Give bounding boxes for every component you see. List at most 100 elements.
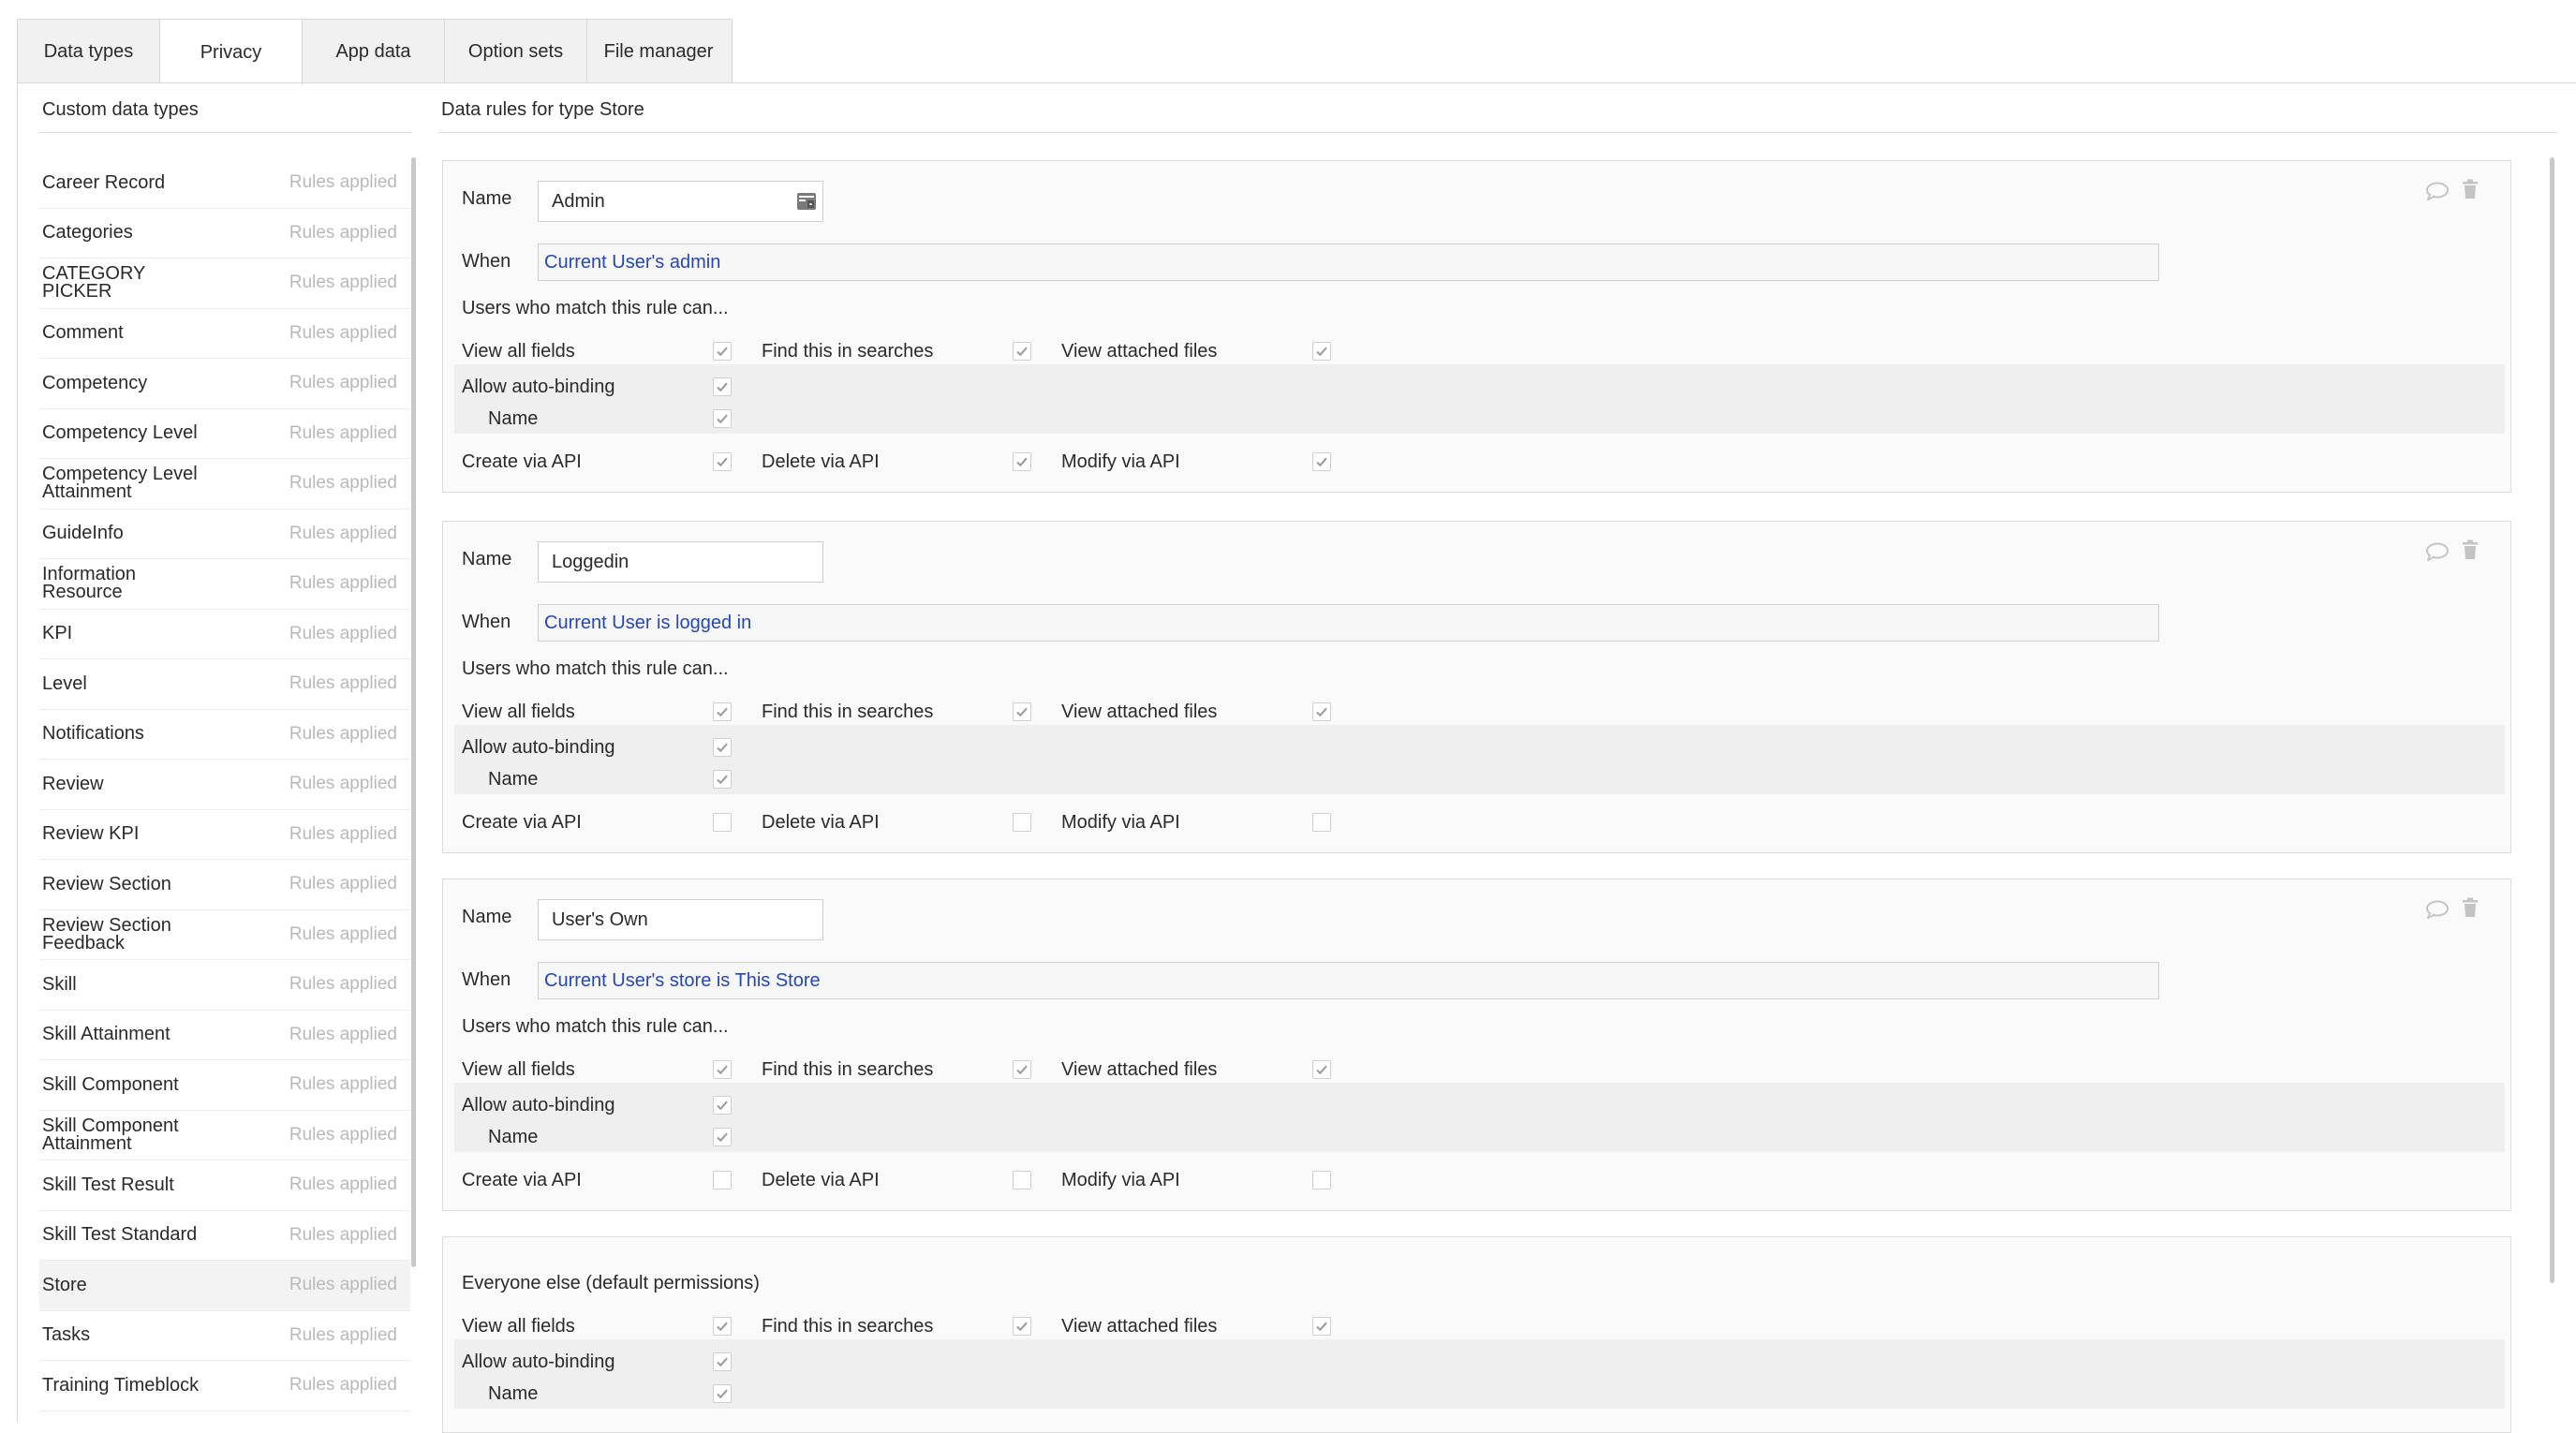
sidebar-item-skill-component[interactable]: Skill Component Rules applied bbox=[39, 1060, 410, 1111]
users-match-label: Users who match this rule can... bbox=[462, 298, 729, 318]
checkmark-icon bbox=[717, 707, 728, 717]
trash-icon[interactable] bbox=[2462, 179, 2479, 199]
view-all-fields-checkbox[interactable] bbox=[713, 342, 732, 361]
sidebar-item-label: Notifications bbox=[42, 723, 144, 745]
checkmark-icon bbox=[1316, 1322, 1327, 1332]
auto-binding-name-checkbox[interactable] bbox=[713, 409, 732, 428]
view-all-fields-label: View all fields bbox=[462, 702, 575, 722]
main-scrollbar[interactable] bbox=[2550, 157, 2554, 1283]
rule-condition-value: Current User is logged in bbox=[544, 612, 752, 633]
delete-via-api-checkbox[interactable] bbox=[1013, 1171, 1031, 1189]
rule-when-label: When bbox=[462, 612, 511, 632]
find-in-searches-checkbox[interactable] bbox=[1013, 342, 1031, 361]
create-via-api-checkbox[interactable] bbox=[713, 1171, 732, 1189]
rule-condition-input[interactable]: Current User's admin bbox=[538, 244, 2159, 281]
rule-condition-value: Current User's admin bbox=[544, 251, 721, 273]
find-in-searches-checkbox[interactable] bbox=[1013, 702, 1031, 721]
sidebar-item-skill-attainment[interactable]: Skill Attainment Rules applied bbox=[39, 1011, 410, 1060]
sidebar-item-review-section[interactable]: Review Section Rules applied bbox=[39, 860, 410, 910]
allow-auto-binding-checkbox[interactable] bbox=[713, 377, 732, 396]
view-attached-files-label: View attached files bbox=[1061, 702, 1218, 722]
tab-app-data[interactable]: App data bbox=[303, 20, 445, 83]
sidebar-item-guideinfo[interactable]: GuideInfo Rules applied bbox=[39, 510, 410, 559]
checkmark-icon bbox=[1316, 1065, 1327, 1075]
delete-via-api-checkbox[interactable] bbox=[1013, 452, 1031, 471]
sidebar-item-training-timeblock[interactable]: Training Timeblock Rules applied bbox=[39, 1361, 410, 1411]
create-via-api-checkbox[interactable] bbox=[713, 452, 732, 471]
sidebar-item-categories[interactable]: Categories Rules applied bbox=[39, 209, 410, 259]
rules-status: Rules applied bbox=[289, 473, 397, 494]
sidebar-item-review[interactable]: Review Rules applied bbox=[39, 760, 410, 810]
sidebar-item-label: CATEGORY PICKER bbox=[42, 263, 146, 303]
panel-border bbox=[17, 82, 18, 1422]
delete-via-api-checkbox[interactable] bbox=[1013, 813, 1031, 832]
allow-auto-binding-checkbox[interactable] bbox=[713, 738, 732, 757]
view-attached-files-checkbox[interactable] bbox=[1312, 1317, 1331, 1336]
sidebar-item-skill-test-standard[interactable]: Skill Test Standard Rules applied bbox=[39, 1211, 410, 1261]
trash-icon[interactable] bbox=[2462, 539, 2479, 560]
sidebar-item-label: Store bbox=[42, 1274, 87, 1295]
rule-condition-input[interactable]: Current User is logged in bbox=[538, 604, 2159, 642]
sidebar-item-skill-test-result[interactable]: Skill Test Result Rules applied bbox=[39, 1160, 410, 1211]
view-all-fields-checkbox[interactable] bbox=[713, 1060, 732, 1079]
find-in-searches-label: Find this in searches bbox=[762, 702, 934, 722]
comment-icon[interactable] bbox=[2425, 899, 2450, 920]
checkmark-icon bbox=[1316, 347, 1327, 357]
rule-condition-input[interactable]: Current User's store is This Store bbox=[538, 962, 2159, 999]
privacy-rule: Name Loggedin When Current User is logged i… bbox=[442, 521, 2511, 853]
auto-binding-section bbox=[454, 1083, 2505, 1152]
sidebar-item-label: KPI bbox=[42, 623, 73, 644]
tab-file-manager[interactable]: File manager bbox=[587, 20, 730, 83]
allow-auto-binding-checkbox[interactable] bbox=[713, 1096, 732, 1115]
sidebar-item-label: Categories bbox=[42, 222, 133, 244]
sidebar-item-kpi[interactable]: KPI Rules applied bbox=[39, 610, 410, 659]
view-all-fields-checkbox[interactable] bbox=[713, 702, 732, 721]
sidebar-item-level[interactable]: Level Rules applied bbox=[39, 659, 410, 710]
view-all-fields-label: View all fields bbox=[462, 1059, 575, 1080]
rule-name-input[interactable]: Loggedin bbox=[538, 541, 823, 583]
allow-auto-binding-checkbox[interactable] bbox=[713, 1352, 732, 1371]
view-all-fields-checkbox[interactable] bbox=[713, 1317, 732, 1336]
sidebar-item-notifications[interactable]: Notifications Rules applied bbox=[39, 710, 410, 760]
sidebar-item-skill-component-attainment[interactable]: Skill Component Attainment Rules applied bbox=[39, 1111, 410, 1160]
create-via-api-checkbox[interactable] bbox=[713, 813, 732, 832]
sidebar-item-tasks[interactable]: Tasks Rules applied bbox=[39, 1311, 410, 1361]
sidebar-item-review-section-feedback[interactable]: Review Section Feedback Rules applied bbox=[39, 910, 410, 960]
auto-binding-name-checkbox[interactable] bbox=[713, 1384, 732, 1403]
view-attached-files-checkbox[interactable] bbox=[1312, 702, 1331, 721]
sidebar-item-skill[interactable]: Skill Rules applied bbox=[39, 960, 410, 1011]
find-in-searches-checkbox[interactable] bbox=[1013, 1060, 1031, 1079]
modify-via-api-checkbox[interactable] bbox=[1312, 813, 1331, 832]
view-attached-files-checkbox[interactable] bbox=[1312, 1060, 1331, 1079]
sidebar-scrollbar[interactable] bbox=[411, 157, 416, 1267]
sidebar-item-comment[interactable]: Comment Rules applied bbox=[39, 309, 410, 359]
rule-name-input[interactable]: User's Own bbox=[538, 899, 823, 940]
modify-via-api-checkbox[interactable] bbox=[1312, 1171, 1331, 1189]
sidebar-item-competency[interactable]: Competency Rules applied bbox=[39, 359, 410, 409]
comment-icon[interactable] bbox=[2425, 181, 2450, 201]
find-in-searches-checkbox[interactable] bbox=[1013, 1317, 1031, 1336]
auto-binding-name-checkbox[interactable] bbox=[713, 770, 732, 789]
checkmark-icon bbox=[717, 347, 728, 357]
view-attached-files-checkbox[interactable] bbox=[1312, 342, 1331, 361]
sidebar-item-label: Review Section bbox=[42, 873, 171, 894]
sidebar-item-category-picker[interactable]: CATEGORY PICKER Rules applied bbox=[39, 259, 410, 309]
tab-data-types[interactable]: Data types bbox=[18, 20, 160, 83]
sidebar-item-label: Tasks bbox=[42, 1324, 91, 1346]
sidebar-item-review-kpi[interactable]: Review KPI Rules applied bbox=[39, 810, 410, 860]
auto-binding-name-checkbox[interactable] bbox=[713, 1128, 732, 1146]
tab-privacy[interactable]: Privacy bbox=[160, 20, 303, 85]
rule-name-input[interactable]: Admin bbox=[538, 181, 823, 222]
sidebar-item-information-resource[interactable]: Information Resource Rules applied bbox=[39, 559, 410, 610]
trash-icon[interactable] bbox=[2462, 897, 2479, 918]
sidebar-item-competency-level-attainment[interactable]: Competency Level Attainment Rules applied bbox=[39, 459, 410, 510]
tab-option-sets[interactable]: Option sets bbox=[445, 20, 587, 83]
sidebar-item-competency-level[interactable]: Competency Level Rules applied bbox=[39, 409, 410, 459]
rules-status: Rules applied bbox=[289, 673, 397, 694]
comment-icon[interactable] bbox=[2425, 541, 2450, 562]
sidebar-item-career-record[interactable]: Career Record Rules applied bbox=[39, 158, 410, 209]
delete-via-api-label: Delete via API bbox=[762, 812, 880, 833]
dynamic-data-icon[interactable] bbox=[796, 192, 817, 211]
modify-via-api-checkbox[interactable] bbox=[1312, 452, 1331, 471]
sidebar-item-store[interactable]: Store Rules applied bbox=[39, 1261, 410, 1311]
